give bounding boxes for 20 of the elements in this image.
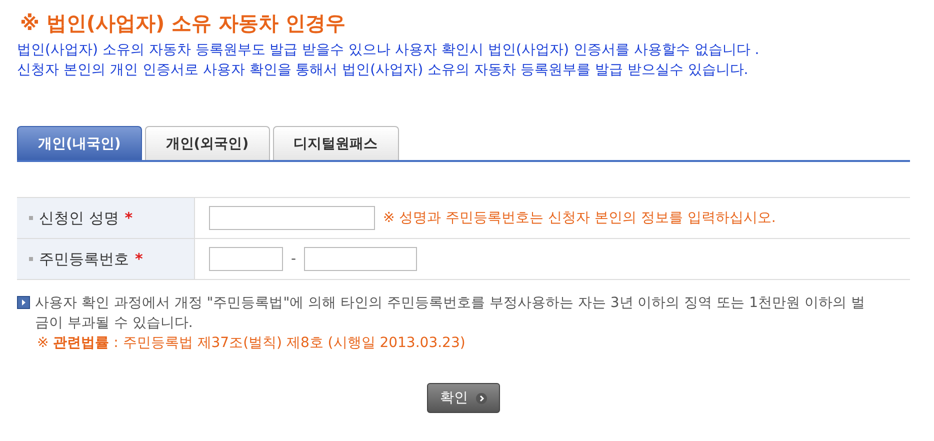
bullet-icon — [29, 257, 33, 261]
bullet-icon — [29, 216, 33, 220]
page-title: ※ 법인(사업자) 소유 자동차 인경우 — [19, 10, 347, 37]
name-input[interactable] — [209, 206, 375, 230]
separator-text: - — [291, 251, 296, 267]
intro-text: 법인(사업자) 소유의 자동차 등록원부도 발급 받을수 있으나 사용자 확인시 법인(사업자) 인증서를 사용할수 없습니다 . — [17, 41, 760, 60]
input-note: ※ 성명과 주민등록번호는 신청자 본인의 정보를 입력하십시오. — [383, 209, 776, 227]
intro-text: 신청자 본인의 개인 인증서로 사용자 확인을 통해서 법인(사업자) 소유의 자동차 등록원부를 발급 받으실수 있습니다. — [17, 61, 750, 80]
tab[interactable]: 개인(외국인) — [144, 126, 270, 160]
notice-text: 사용자 확인 과정에서 개정 "주민등록법"에 의해 타인의 주민등록번호를 부정사용하는 자는 3년 이하의 징역 또는 1천만원 이하의 벌금이 부과될 수 있습니다. — [35, 294, 866, 333]
field-label: 신청인 성명 — [39, 208, 119, 228]
rrn-front-input[interactable] — [209, 247, 283, 271]
rrn-back-input[interactable] — [304, 247, 418, 271]
tab[interactable]: 개인(내국인) — [17, 126, 142, 160]
tab[interactable]: 디지털원패스 — [272, 126, 399, 160]
required-mark: * — [124, 209, 133, 227]
required-mark: * — [135, 250, 143, 268]
law-text: ※ 관련법률 : 주민등록법 제37조(벌칙) 제8호 (시행일 2013.03.23) — [36, 334, 466, 353]
field-label: 주민등록번호 — [39, 250, 129, 268]
confirm-button[interactable]: 확인 — [427, 383, 500, 413]
